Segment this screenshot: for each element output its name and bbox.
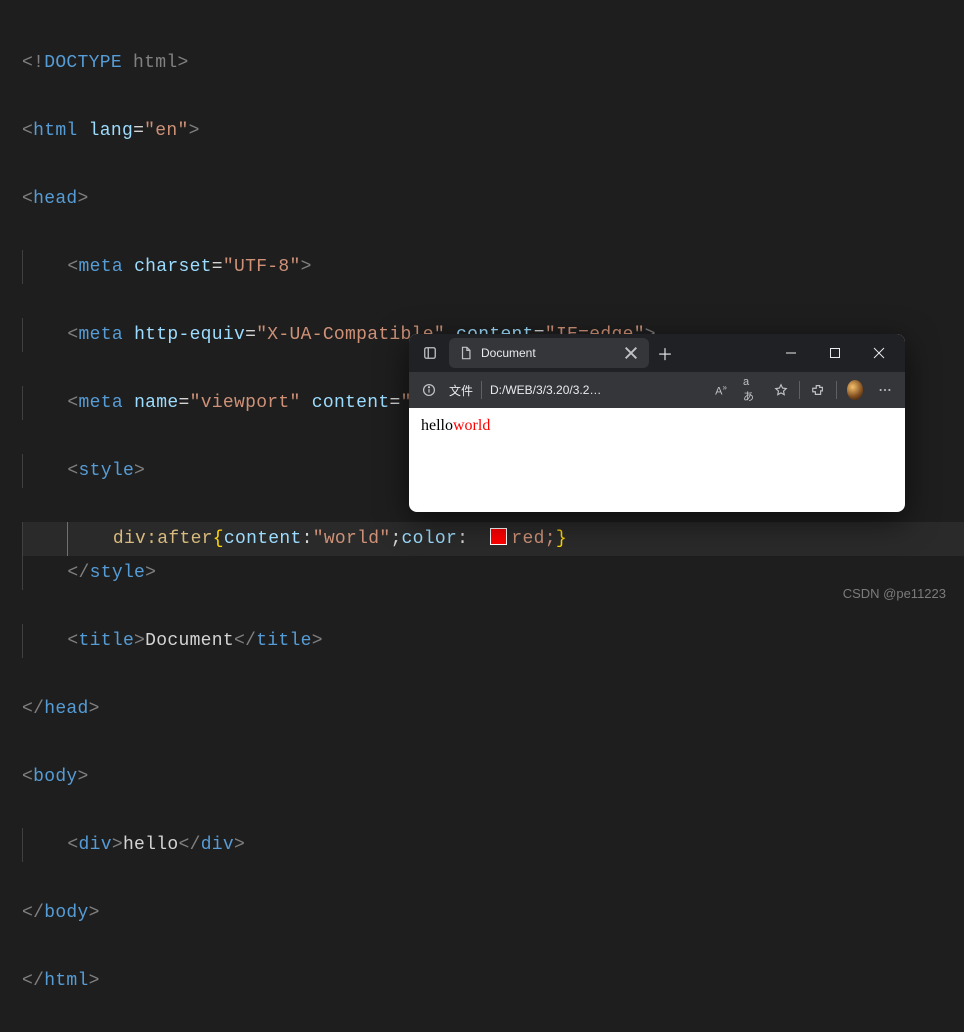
translate-icon[interactable]: aあ	[737, 376, 765, 404]
profile-avatar[interactable]	[841, 376, 869, 404]
url-field[interactable]: 文件 D:/WEB/3/3.20/3.2…	[445, 381, 705, 399]
tab-actions-icon[interactable]	[413, 334, 447, 372]
browser-window: Document ＋ 文件 D:/WEB/3/3.20/3.2… A» aあ	[409, 334, 905, 512]
address-bar: 文件 D:/WEB/3/3.20/3.2… A» aあ	[409, 372, 905, 408]
extensions-icon[interactable]	[804, 376, 832, 404]
titlebar[interactable]: Document ＋	[409, 334, 905, 372]
favorites-icon[interactable]	[767, 376, 795, 404]
page-text-hello: hello	[421, 417, 453, 434]
close-button[interactable]	[857, 334, 901, 372]
rendered-page: helloworld	[409, 408, 905, 444]
url-scheme-label: 文件	[449, 382, 473, 399]
tab-close-icon[interactable]	[623, 345, 639, 361]
more-menu-icon[interactable]	[871, 376, 899, 404]
page-text-world: world	[453, 417, 490, 434]
minimize-button[interactable]	[769, 334, 813, 372]
tab-title: Document	[481, 346, 615, 360]
watermark: CSDN @pe11223	[843, 586, 946, 601]
browser-tab[interactable]: Document	[449, 338, 649, 368]
file-icon	[459, 346, 473, 360]
color-swatch-red	[490, 528, 507, 545]
url-path: D:/WEB/3/3.20/3.2…	[490, 383, 705, 397]
read-aloud-icon[interactable]: A»	[707, 376, 735, 404]
maximize-button[interactable]	[813, 334, 857, 372]
new-tab-button[interactable]: ＋	[651, 339, 679, 367]
site-info-icon[interactable]	[415, 376, 443, 404]
editor-code[interactable]: <!DOCTYPE html> <html lang="en"> <head> …	[0, 0, 964, 1032]
